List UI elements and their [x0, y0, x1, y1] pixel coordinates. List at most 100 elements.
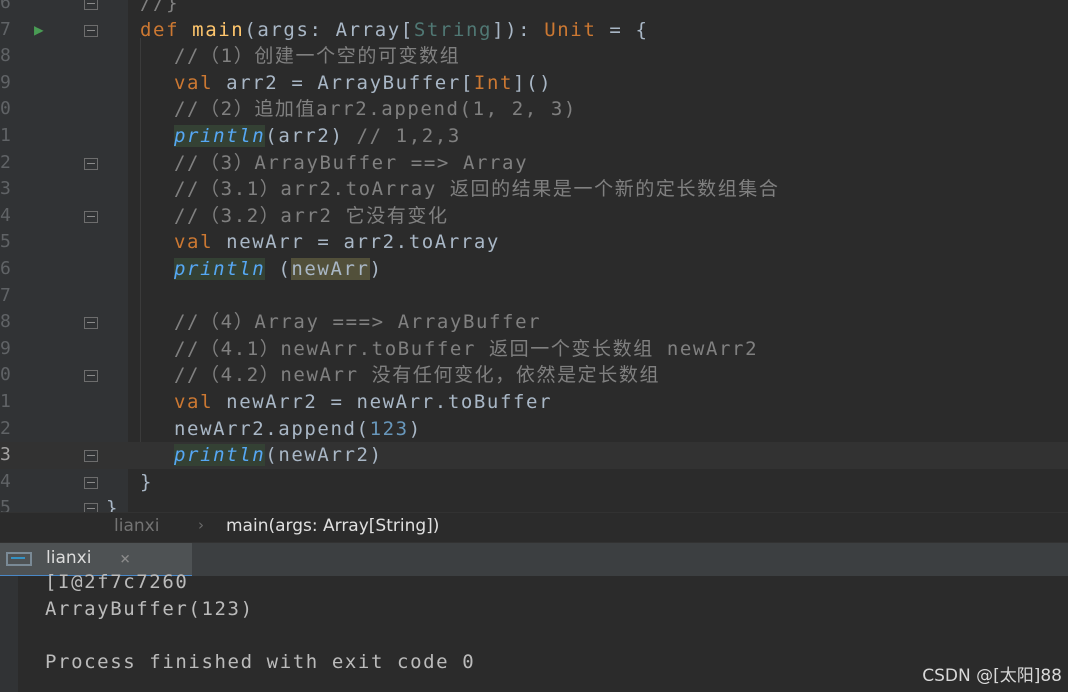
console-icon: [6, 552, 32, 566]
code-token: (newArr2): [265, 444, 383, 467]
code-token: ](): [513, 71, 553, 94]
code-lines[interactable]: 6 //} 7 ▶ def main(args: Array[String]): Uni…: [0, 0, 1068, 512]
code-line[interactable]: 5}: [0, 495, 1068, 512]
code-text: //（4）Array ===> ArrayBuffer: [174, 309, 541, 336]
line-number: 1: [0, 390, 11, 412]
run-console[interactable]: [I@2f7c7260 ArrayBuffer(123) Process fin…: [0, 571, 1068, 692]
code-line[interactable]: 4 //（3.2）arr2 它没有变化: [0, 203, 1068, 230]
code-text: //（1）创建一个空的可变数组: [174, 43, 460, 70]
fold-marker-icon[interactable]: [84, 503, 98, 512]
run-gutter-icon[interactable]: ▶: [34, 17, 44, 44]
code-line[interactable]: 3 println(newArr2): [0, 442, 1068, 469]
line-number: 0: [0, 364, 11, 386]
code-line[interactable]: 5 val newArr = arr2.toArray: [0, 229, 1068, 256]
code-token: }: [140, 470, 154, 493]
code-line[interactable]: 0 //（4.2）newArr 没有任何变化，依然是定长数组: [0, 362, 1068, 389]
code-text: //}: [140, 0, 179, 17]
code-line[interactable]: 8 //（1）创建一个空的可变数组: [0, 43, 1068, 70]
code-line[interactable]: 6 //}: [0, 0, 1068, 17]
close-icon[interactable]: ×: [120, 549, 130, 569]
code-token: main: [192, 18, 245, 41]
code-token: newArr2.append(: [174, 417, 370, 440]
code-line[interactable]: 9 //（4.1）newArr.toBuffer 返回一个变长数组 newArr2: [0, 336, 1068, 363]
fold-marker-icon[interactable]: [84, 476, 98, 489]
code-token: //（3）ArrayBuffer ==> Array: [174, 151, 529, 174]
code-token: def: [140, 18, 193, 41]
code-token: val: [174, 390, 227, 413]
code-token: newArr = arr2.toArray: [226, 231, 500, 254]
line-number: 9: [0, 71, 11, 93]
code-text: //（4.2）newArr 没有任何变化，依然是定长数组: [174, 362, 660, 389]
code-token: = {: [596, 18, 649, 41]
code-text: println(arr2) // 1,2,3: [174, 123, 461, 150]
code-line[interactable]: 6 println (newArr): [0, 256, 1068, 283]
code-text: //（4.1）newArr.toBuffer 返回一个变长数组 newArr2: [174, 336, 758, 363]
fold-marker-icon[interactable]: [84, 370, 98, 383]
breadcrumb: lianxi › main(args: Array[String]): [0, 512, 1068, 543]
code-token: (arr2): [265, 124, 357, 147]
code-token: //（4.2）newArr 没有任何变化，依然是定长数组: [174, 364, 661, 387]
line-number: 7: [0, 18, 11, 40]
code-token: //（1）创建一个空的可变数组: [174, 45, 461, 68]
code-token: val: [174, 71, 227, 94]
fold-marker-icon[interactable]: [84, 317, 98, 330]
code-token: newArr: [291, 257, 370, 280]
line-number: 2: [0, 151, 11, 173]
breadcrumb-method[interactable]: main(args: Array[String]): [226, 516, 439, 536]
code-token: String: [413, 18, 493, 41]
code-token: 123: [369, 417, 409, 440]
line-number: 4: [0, 470, 11, 492]
console-line: ArrayBuffer(123): [45, 597, 254, 620]
line-number: 8: [0, 45, 11, 67]
code-line[interactable]: 7: [0, 283, 1068, 310]
code-token: newArr2 = newArr.toBuffer: [226, 390, 553, 413]
code-text: newArr2.append(123): [174, 416, 422, 443]
code-token: //（2）追加值arr2.append(1, 2, 3): [174, 98, 577, 121]
code-line[interactable]: 3 //（3.1）arr2.toArray 返回的结果是一个新的定长数组集合: [0, 176, 1068, 203]
line-number: 5: [0, 231, 11, 253]
code-token: val: [174, 231, 227, 254]
code-line[interactable]: 7 ▶ def main(args: Array[String]): Unit = …: [0, 17, 1068, 44]
code-token: Array: [335, 18, 401, 41]
fold-marker-icon[interactable]: [84, 24, 98, 37]
console-line: Process finished with exit code 0: [45, 650, 476, 673]
code-token: }: [106, 497, 120, 512]
line-number: 3: [0, 178, 11, 200]
code-token: //（3.2）arr2 它没有变化: [174, 204, 449, 227]
code-text: println (newArr): [174, 256, 383, 283]
line-number: 4: [0, 204, 11, 226]
code-token: (args:: [244, 18, 336, 41]
code-text: //（3.2）arr2 它没有变化: [174, 203, 449, 230]
code-line[interactable]: 2 newArr2.append(123): [0, 416, 1068, 443]
code-editor[interactable]: 6 //} 7 ▶ def main(args: Array[String]): Uni…: [0, 0, 1068, 512]
code-text: }: [140, 469, 153, 496]
code-token: //（4）Array ===> ArrayBuffer: [174, 311, 542, 334]
fold-marker-icon[interactable]: [84, 0, 98, 10]
line-number: 3: [0, 444, 11, 466]
code-line[interactable]: 1 val newArr2 = newArr.toBuffer: [0, 389, 1068, 416]
code-token: arr2 = ArrayBuffer[: [226, 71, 474, 94]
code-text: val newArr2 = newArr.toBuffer: [174, 389, 552, 416]
code-line[interactable]: 9 val arr2 = ArrayBuffer[Int](): [0, 70, 1068, 97]
code-text: val newArr = arr2.toArray: [174, 229, 500, 256]
fold-marker-icon[interactable]: [84, 157, 98, 170]
code-text: //（3.1）arr2.toArray 返回的结果是一个新的定长数组集合: [174, 176, 780, 203]
code-token: // 1,2,3: [356, 124, 461, 147]
code-line[interactable]: 2 //（3）ArrayBuffer ==> Array: [0, 150, 1068, 177]
fold-marker-icon[interactable]: [84, 450, 98, 463]
code-token: //（3.1）arr2.toArray 返回的结果是一个新的定长数组集合: [174, 178, 780, 201]
code-text: }: [106, 495, 119, 512]
run-tab-label: lianxi: [46, 548, 92, 568]
line-number: 2: [0, 417, 11, 439]
code-token: //}: [140, 0, 180, 14]
breadcrumb-module[interactable]: lianxi: [114, 516, 159, 536]
code-line[interactable]: 4}: [0, 469, 1068, 496]
fold-marker-icon[interactable]: [84, 210, 98, 223]
line-number: 0: [0, 98, 11, 120]
code-line[interactable]: 0 //（2）追加值arr2.append(1, 2, 3): [0, 96, 1068, 123]
code-line[interactable]: 1 println(arr2) // 1,2,3: [0, 123, 1068, 150]
line-number: 7: [0, 284, 11, 306]
code-token: ): [408, 417, 422, 440]
code-line[interactable]: 8 //（4）Array ===> ArrayBuffer: [0, 309, 1068, 336]
